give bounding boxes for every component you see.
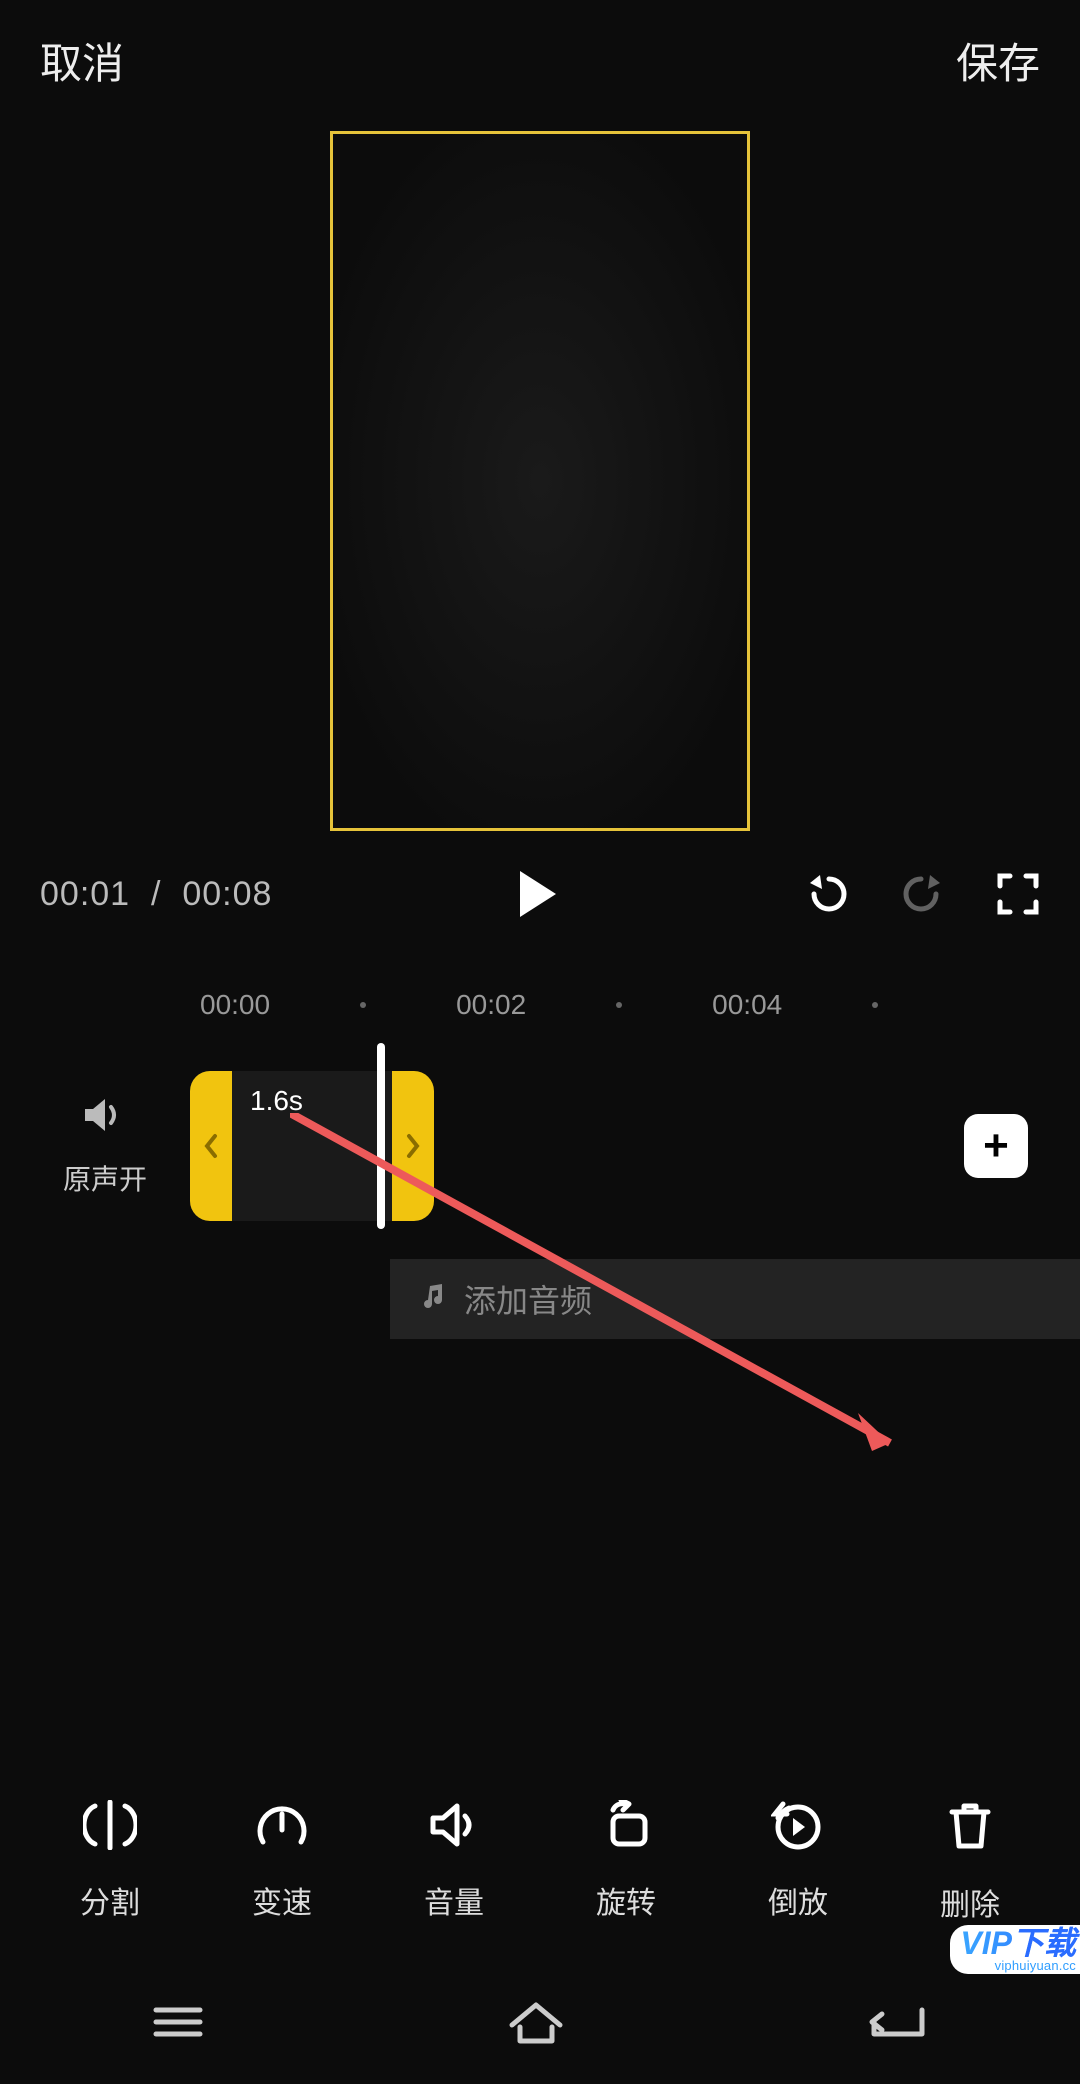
clip-thumbnail[interactable]: 1.6s	[232, 1071, 392, 1221]
original-sound-toggle[interactable]: 原声开	[40, 1095, 170, 1198]
speaker-icon	[83, 1095, 127, 1142]
tool-delete[interactable]: 删除	[940, 1800, 1000, 1924]
undo-icon[interactable]	[804, 871, 850, 917]
tool-reverse[interactable]: 倒放	[768, 1800, 828, 1924]
rotate-icon	[599, 1800, 653, 1858]
playhead[interactable]	[377, 1043, 385, 1229]
video-preview[interactable]	[330, 131, 750, 831]
add-clip-button[interactable]: +	[964, 1114, 1028, 1178]
redo-icon[interactable]	[900, 871, 946, 917]
plus-icon: +	[983, 1121, 1009, 1171]
clip-right-handle[interactable]	[392, 1071, 434, 1221]
tool-speed[interactable]: 变速	[252, 1800, 312, 1924]
fullscreen-icon[interactable]	[996, 872, 1040, 916]
tool-volume[interactable]: 音量	[424, 1800, 484, 1924]
home-icon[interactable]	[506, 1999, 566, 2050]
trash-icon	[946, 1800, 994, 1860]
tool-rotate[interactable]: 旋转	[596, 1800, 656, 1924]
video-clip[interactable]: 1.6s	[190, 1071, 434, 1221]
back-icon[interactable]	[866, 2002, 930, 2047]
watermark: VIP下载 viphuiyuan.cc	[950, 1925, 1080, 1974]
original-sound-label: 原声开	[63, 1158, 147, 1198]
play-icon[interactable]	[516, 869, 560, 919]
reverse-play-icon	[771, 1800, 825, 1858]
split-icon	[83, 1800, 137, 1858]
add-audio-label: 添加音频	[464, 1276, 592, 1322]
menu-icon[interactable]	[150, 2002, 206, 2047]
cancel-button[interactable]: 取消	[40, 30, 124, 91]
save-button[interactable]: 保存	[956, 30, 1040, 91]
tool-split[interactable]: 分割	[80, 1800, 140, 1924]
clip-duration: 1.6s	[250, 1085, 303, 1117]
volume-icon	[427, 1800, 481, 1858]
timeline-ruler: 00:00 00:02 00:04	[0, 989, 1080, 1021]
music-icon	[420, 1281, 448, 1318]
speedometer-icon	[255, 1800, 309, 1858]
add-audio-button[interactable]: 添加音频	[390, 1259, 1080, 1339]
clip-left-handle[interactable]	[190, 1071, 232, 1221]
time-display: 00:01 / 00:08	[40, 875, 272, 914]
